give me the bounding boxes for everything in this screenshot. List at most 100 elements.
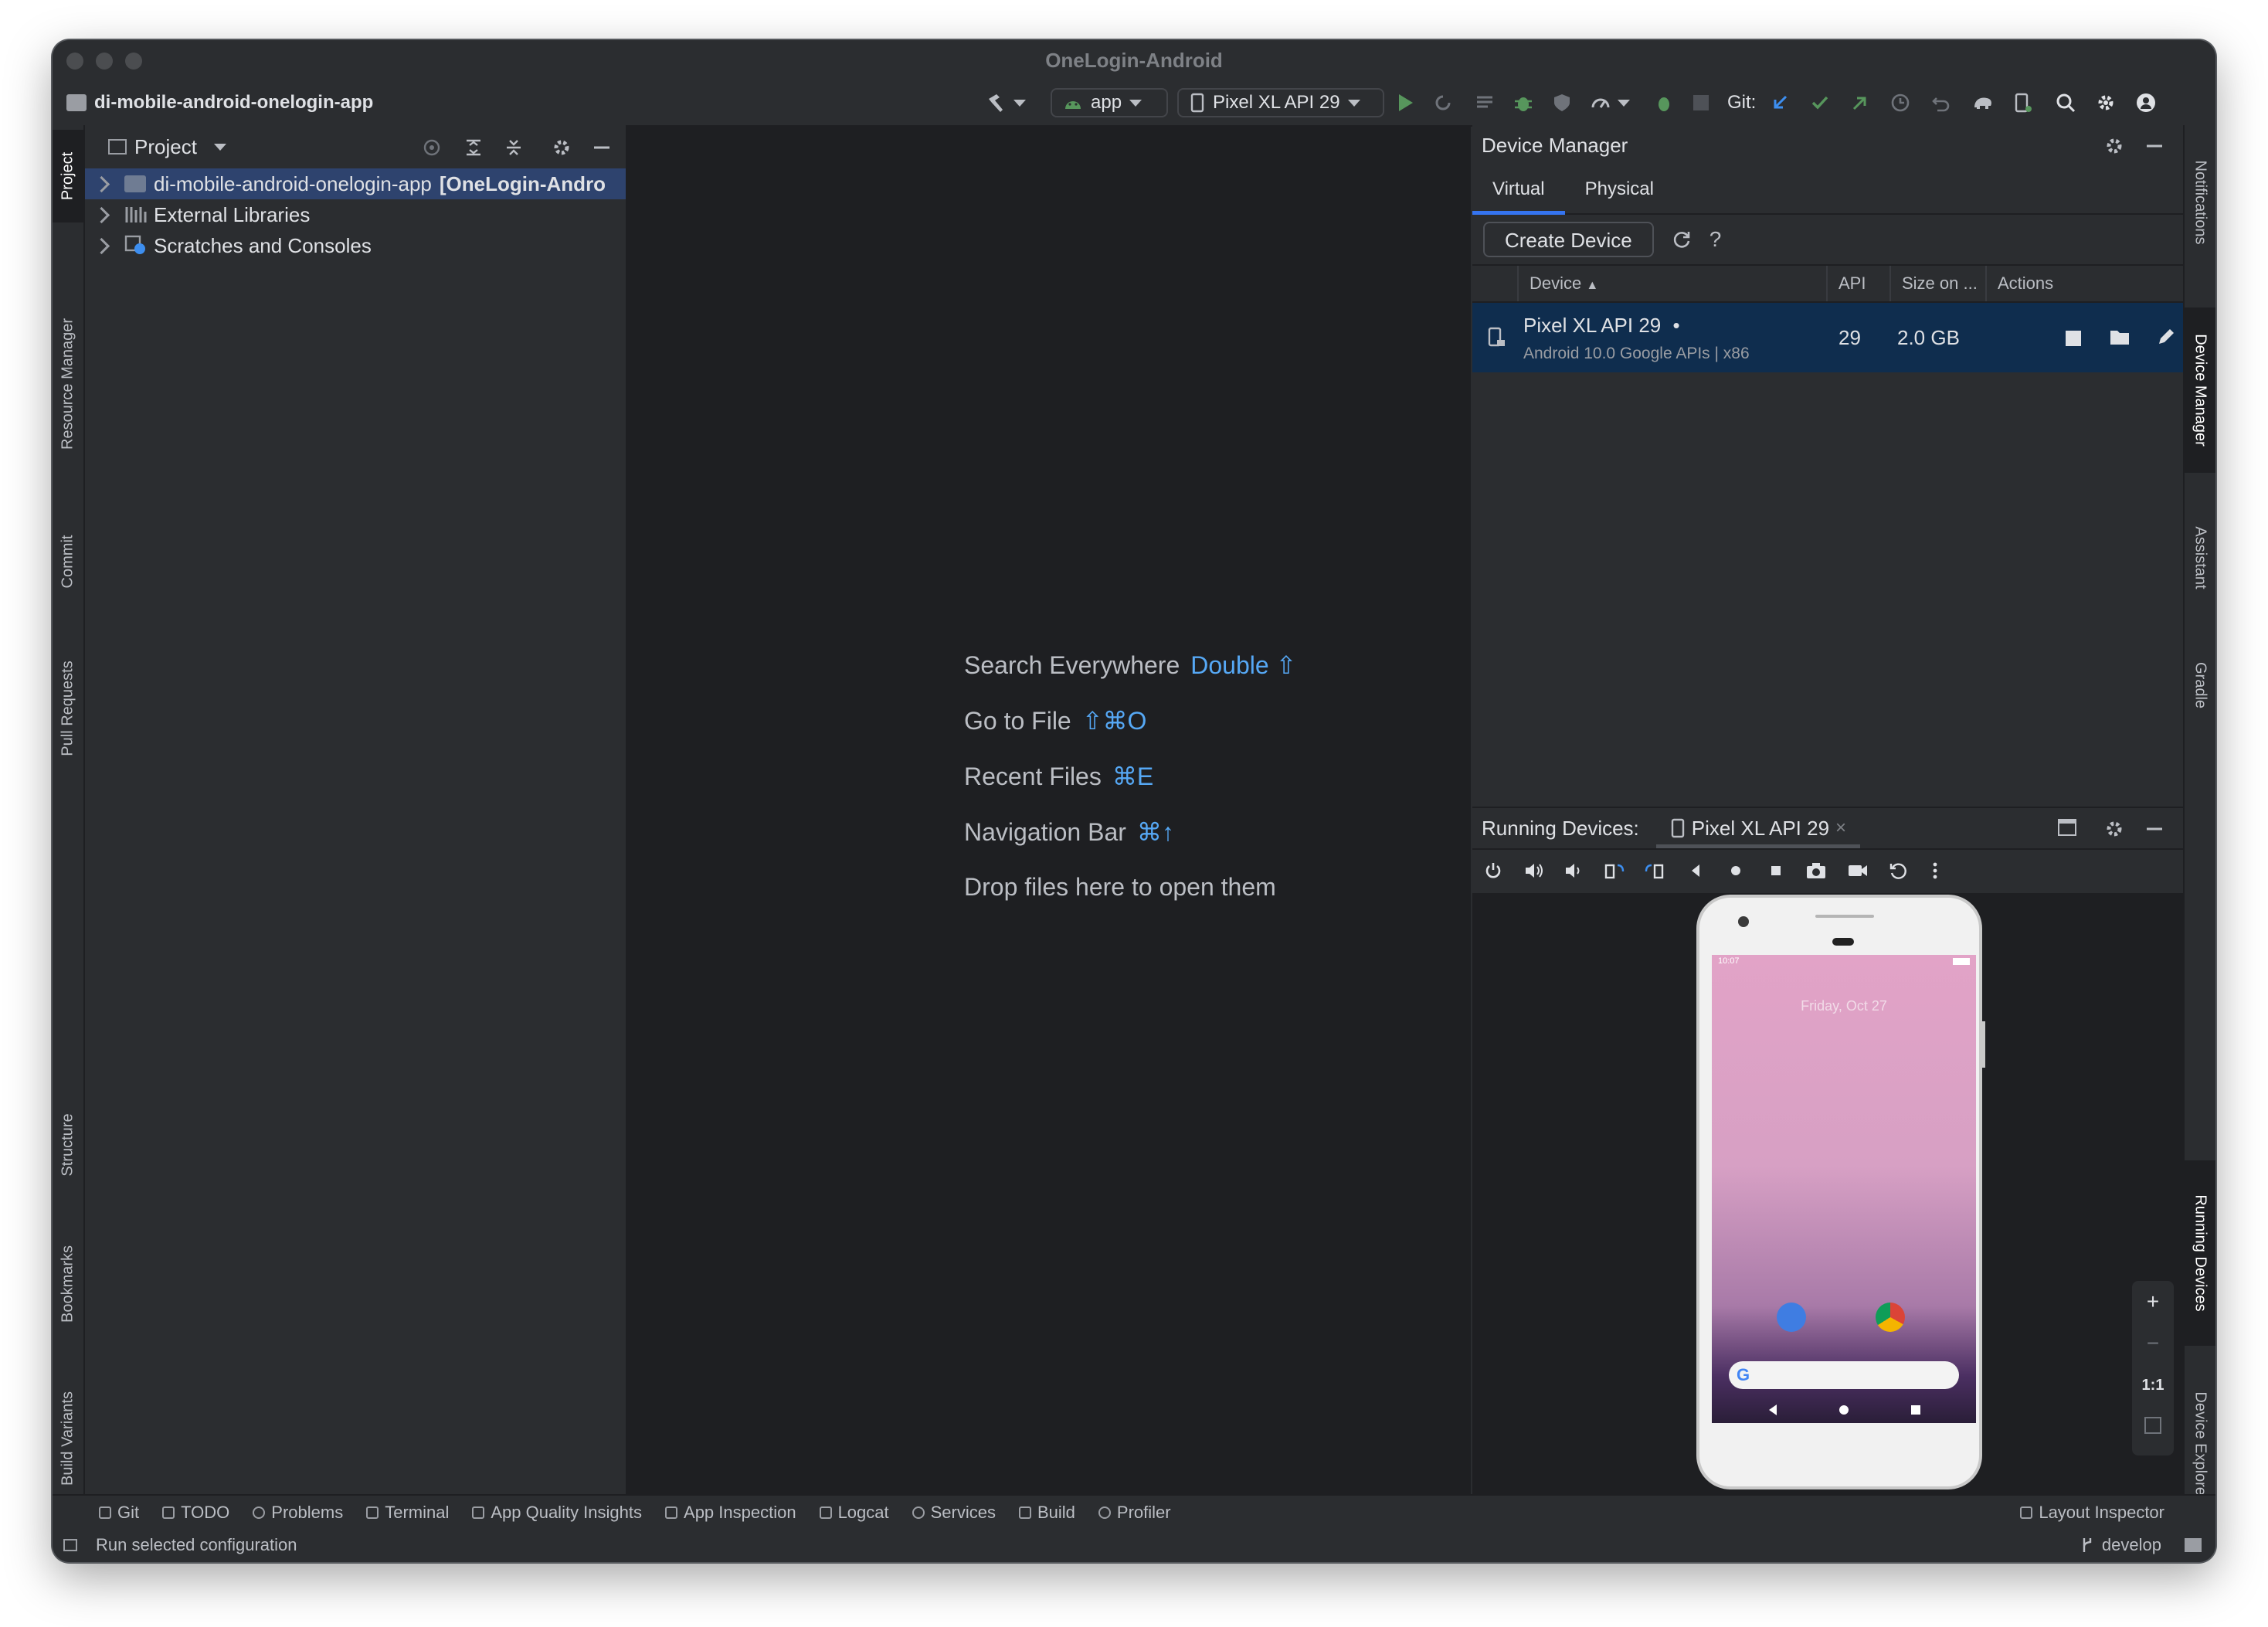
editor-empty-area[interactable]: Search Everywhere Double ⇧ Go to File ⇧⌘O … <box>627 125 1471 1494</box>
toggle-tool-windows-icon[interactable] <box>63 1539 77 1551</box>
close-tab-icon[interactable]: × <box>1835 817 1846 839</box>
tree-item-scratches[interactable]: Scratches and Consoles <box>85 230 626 261</box>
refresh-icon[interactable] <box>1671 229 1693 250</box>
apply-changes-button[interactable] <box>1432 88 1454 117</box>
device-select[interactable]: Pixel XL API 29 <box>1177 88 1384 117</box>
commit-tool-button[interactable]: Commit <box>53 511 83 612</box>
close-window-button[interactable] <box>66 53 83 70</box>
back-icon[interactable] <box>1686 861 1706 881</box>
git-update-button[interactable] <box>1769 88 1791 117</box>
column-api[interactable]: API <box>1828 266 1891 301</box>
camera-icon[interactable] <box>1805 861 1828 881</box>
home-icon[interactable] <box>1726 861 1746 881</box>
table-row[interactable]: Pixel XL API 29 • Android 10.0 Google AP… <box>1472 303 2183 372</box>
project-view-select[interactable]: Project <box>134 135 197 159</box>
app-quality-insights-tool-button[interactable]: App Quality Insights <box>472 1503 642 1523</box>
column-actions[interactable]: Actions <box>1987 266 2181 301</box>
minimize-icon[interactable] <box>2144 136 2164 156</box>
zoom-out-button[interactable]: − <box>2132 1323 2174 1364</box>
git-rollback-button[interactable] <box>1930 88 1951 117</box>
volume-up-icon[interactable] <box>1523 861 1545 881</box>
running-devices-tool-button[interactable]: Running Devices <box>2185 1160 2215 1346</box>
reset-snapshot-icon[interactable] <box>1888 861 1910 881</box>
overview-icon[interactable] <box>1766 861 1786 881</box>
debug-button[interactable] <box>1513 88 1534 117</box>
git-tool-button[interactable]: Git <box>99 1503 139 1523</box>
zoom-window-button[interactable] <box>125 53 142 70</box>
attach-debugger-button[interactable] <box>1655 88 1676 117</box>
create-device-button[interactable]: Create Device <box>1483 222 1654 257</box>
column-size[interactable]: Size on ... <box>1891 266 1987 301</box>
project-widget[interactable]: di-mobile-android-onelogin-app <box>66 88 373 117</box>
logcat-tool-button[interactable]: Logcat <box>819 1503 889 1523</box>
settings-button[interactable] <box>2095 88 2117 117</box>
build-variants-tool-button[interactable]: Build Variants <box>53 1369 83 1508</box>
device-manager-tool-button[interactable]: Device Manager <box>2185 307 2215 473</box>
stop-device-icon[interactable] <box>2066 331 2081 346</box>
assistant-tool-button[interactable]: Assistant <box>2185 504 2215 612</box>
minimize-icon[interactable] <box>592 138 612 158</box>
chrome-app-icon[interactable] <box>1876 1303 1905 1332</box>
services-tool-button[interactable]: Services <box>912 1503 996 1523</box>
android-nav-bar[interactable] <box>1758 1401 1930 1418</box>
rotate-right-icon[interactable] <box>1644 861 1665 881</box>
app-inspection-tool-button[interactable]: App Inspection <box>665 1503 796 1523</box>
video-icon[interactable] <box>1846 861 1869 881</box>
zoom-fit-button[interactable] <box>2132 1406 2174 1448</box>
pull-requests-tool-button[interactable]: Pull Requests <box>53 635 83 782</box>
git-push-button[interactable] <box>1849 88 1871 117</box>
tab-virtual[interactable]: Virtual <box>1472 165 1565 215</box>
zoom-in-button[interactable]: + <box>2132 1281 2174 1323</box>
locate-icon[interactable] <box>422 138 442 158</box>
notifications-tool-button[interactable]: Notifications <box>2185 133 2215 272</box>
column-device[interactable]: Device ▲ <box>1519 266 1828 301</box>
volume-down-icon[interactable] <box>1563 861 1585 881</box>
git-history-button[interactable] <box>1889 88 1911 117</box>
help-button[interactable]: ? <box>1709 227 1722 252</box>
edit-icon[interactable] <box>2155 326 2177 348</box>
resource-manager-tool-button[interactable]: Resource Manager <box>53 295 83 473</box>
gradle-tool-button[interactable]: Gradle <box>2185 635 2215 735</box>
open-folder-icon[interactable] <box>2109 328 2132 348</box>
gear-icon[interactable] <box>2104 819 2124 839</box>
project-tool-button[interactable]: Project <box>53 130 83 222</box>
todo-tool-button[interactable]: TODO <box>162 1503 229 1523</box>
build-tool-button[interactable]: Build <box>1018 1503 1075 1523</box>
device-manager-toolbar-button[interactable] <box>2013 88 2033 117</box>
tab-physical[interactable]: Physical <box>1565 165 1674 213</box>
tree-item-external-libraries[interactable]: External Libraries <box>85 199 626 230</box>
run-button[interactable] <box>1394 88 1417 117</box>
rotate-left-icon[interactable] <box>1604 861 1625 881</box>
profile-button[interactable] <box>1590 88 1630 117</box>
layout-inspector-tool-button[interactable]: Layout Inspector <box>2020 1503 2164 1523</box>
gear-icon[interactable] <box>552 138 572 158</box>
gear-icon[interactable] <box>2104 136 2124 156</box>
messages-app-icon[interactable] <box>1777 1303 1806 1332</box>
more-vertical-icon[interactable] <box>1930 861 1940 881</box>
structure-tool-button[interactable]: Structure <box>53 1091 83 1199</box>
running-device-tab[interactable]: Pixel XL API 29 × <box>1655 808 1861 848</box>
coverage-button[interactable] <box>1551 88 1573 117</box>
run-config-select[interactable]: app <box>1051 88 1168 117</box>
chevron-down-icon[interactable] <box>213 143 226 151</box>
zoom-actual-size-button[interactable]: 1:1 <box>2132 1364 2174 1406</box>
terminal-tool-button[interactable]: Terminal <box>366 1503 449 1523</box>
build-button[interactable] <box>984 88 1026 117</box>
expand-all-icon[interactable] <box>463 138 484 158</box>
search-button[interactable] <box>2055 88 2076 117</box>
apply-code-changes-button[interactable] <box>1474 88 1496 117</box>
minimize-icon[interactable] <box>2144 819 2164 839</box>
memory-indicator-icon[interactable] <box>2185 1538 2202 1552</box>
collapse-all-icon[interactable] <box>504 138 524 158</box>
chevron-right-icon[interactable] <box>93 237 110 254</box>
stop-button[interactable] <box>1693 88 1709 117</box>
maximize-icon[interactable] <box>2058 819 2076 836</box>
minimize-window-button[interactable] <box>96 53 113 70</box>
chevron-right-icon[interactable] <box>93 175 110 192</box>
bookmarks-tool-button[interactable]: Bookmarks <box>53 1222 83 1346</box>
profiler-tool-button[interactable]: Profiler <box>1098 1503 1171 1523</box>
git-branch-widget[interactable]: develop <box>2080 1535 2161 1555</box>
problems-tool-button[interactable]: Problems <box>253 1503 343 1523</box>
tree-item-project-root[interactable]: di-mobile-android-onelogin-app [OneLogin… <box>85 168 626 199</box>
power-icon[interactable] <box>1483 861 1503 881</box>
